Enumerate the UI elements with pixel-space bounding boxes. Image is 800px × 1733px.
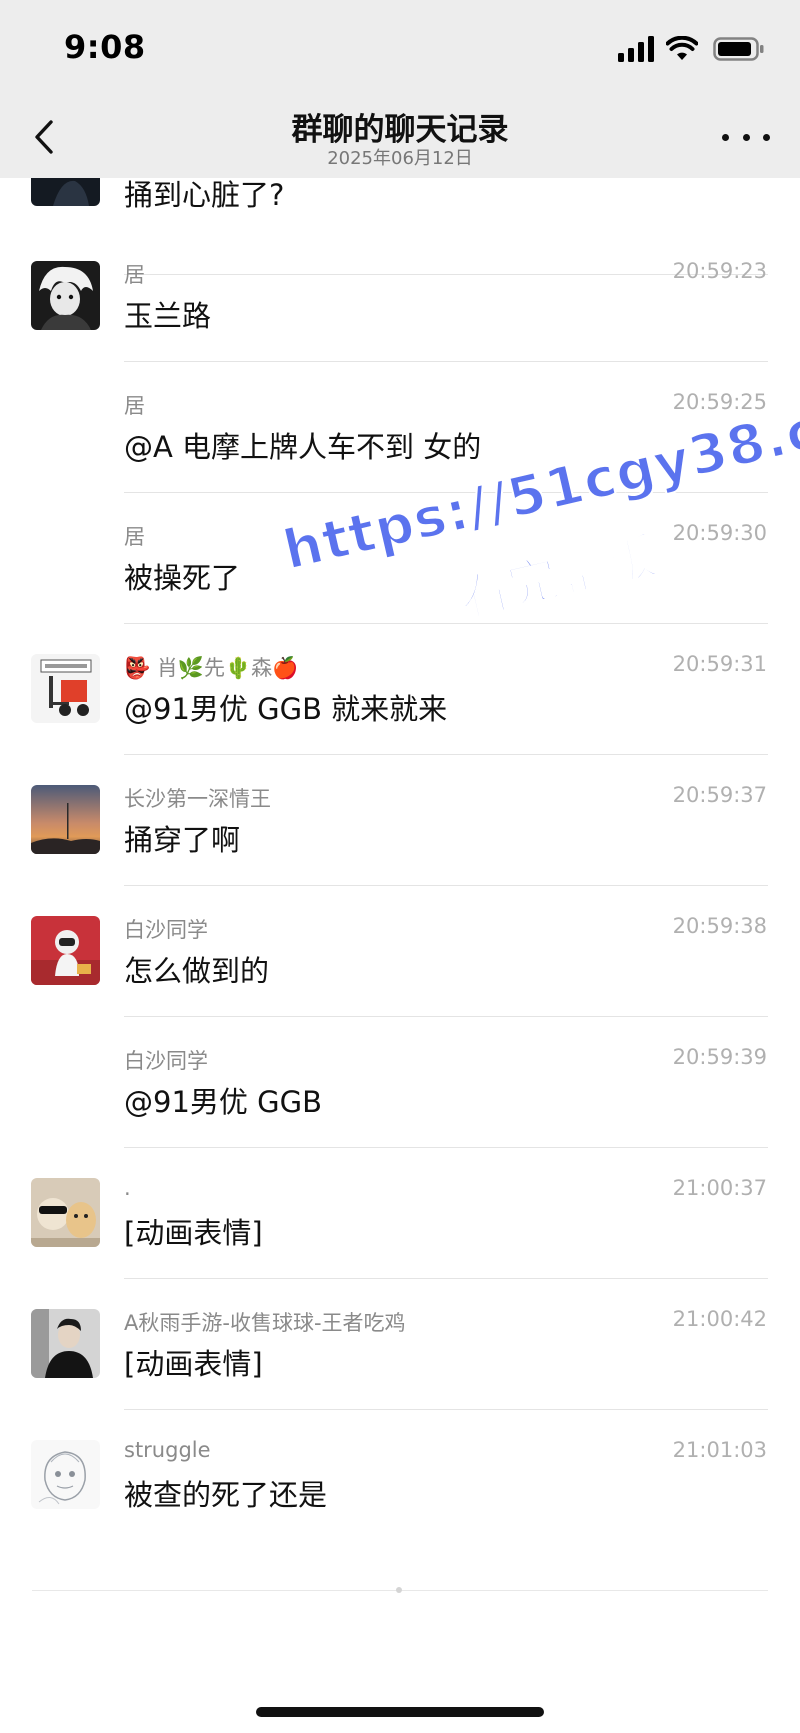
sender-name: 居 <box>124 263 145 287</box>
list-end-dot <box>396 1587 402 1593</box>
sender-name: . <box>124 1176 131 1200</box>
sender-name: A秋雨手游-收售球球-王者吃鸡 <box>124 1311 406 1335</box>
sender-name: 长沙第一深情王 <box>124 787 271 811</box>
chat-message[interactable]: 白沙同学 20:59:38 怎么做到的 <box>0 886 800 1017</box>
message-text: @A 电摩上牌人车不到 女的 <box>124 430 482 464</box>
cellular-signal-icon <box>618 36 654 62</box>
avatar[interactable] <box>31 1178 100 1247</box>
sender-name: 👺 肖🌿先🌵森🍎 <box>124 656 299 680</box>
chat-message[interactable]: 长沙第一深情王 20:59:37 捅穿了啊 <box>0 755 800 886</box>
battery-icon <box>713 37 764 61</box>
avatar[interactable] <box>31 1440 100 1509</box>
chat-message[interactable]: 居 20:59:23 玉兰路 <box>0 231 800 362</box>
more-dot-icon <box>763 133 770 141</box>
chat-message[interactable]: 白沙同学 20:59:39 @91男优 GGB <box>0 1017 800 1148</box>
message-text: 玉兰路 <box>124 299 212 333</box>
message-time: 20:59:25 <box>672 390 767 414</box>
sender-name: 白沙同学 <box>124 918 208 942</box>
avatar[interactable] <box>31 654 100 723</box>
message-time: 20:59:23 <box>672 259 767 283</box>
more-options-button[interactable] <box>722 122 770 152</box>
message-text: [动画表情] <box>124 1216 263 1250</box>
avatar[interactable] <box>31 178 100 206</box>
message-time: 20:59:37 <box>672 783 767 807</box>
page-subtitle-date: 2025年06月12日 <box>327 148 473 169</box>
message-text: 被查的死了还是 <box>124 1478 328 1512</box>
more-dot-icon <box>722 133 729 141</box>
message-text: @91男优 GGB <box>124 1085 322 1119</box>
message-time: 20:59:38 <box>672 914 767 938</box>
chat-message[interactable]: 居 20:59:30 被操死了 <box>0 493 800 624</box>
message-time: 21:00:42 <box>672 1307 767 1331</box>
message-text: 被操死了 <box>124 561 241 595</box>
chat-message[interactable]: . 21:00:37 [动画表情] <box>0 1148 800 1279</box>
message-time: 20:59:30 <box>672 521 767 545</box>
page-title: 群聊的聊天记录 <box>291 112 509 148</box>
message-text: [动画表情] <box>124 1347 263 1381</box>
wifi-icon <box>666 36 698 60</box>
chat-history-list[interactable]: 捅到心脏了? 居 20:59:23 玉兰路 居 20:59:25 @A 电摩上牌… <box>0 178 800 1618</box>
status-icons <box>618 36 768 62</box>
message-time: 21:01:03 <box>672 1438 767 1462</box>
sender-name: 居 <box>124 525 145 549</box>
nav-bar: 群聊的聊天记录 2025年06月12日 <box>0 98 800 178</box>
chat-message[interactable]: 居 20:59:25 @A 电摩上牌人车不到 女的 <box>0 362 800 493</box>
chat-message[interactable]: struggle 21:01:03 被查的死了还是 <box>0 1410 800 1541</box>
status-time: 9:08 <box>64 28 146 66</box>
avatar[interactable] <box>31 916 100 985</box>
message-time: 21:00:37 <box>672 1176 767 1200</box>
message-text: @91男优 GGB 就来就来 <box>124 692 448 726</box>
sender-name: struggle <box>124 1438 211 1462</box>
sender-name: 居 <box>124 394 145 418</box>
sender-name: 白沙同学 <box>124 1049 208 1073</box>
chat-message[interactable]: A秋雨手游-收售球球-王者吃鸡 21:00:42 [动画表情] <box>0 1279 800 1410</box>
message-text: 捅穿了啊 <box>124 823 241 857</box>
message-text: 怎么做到的 <box>124 954 270 988</box>
more-dot-icon <box>742 133 750 141</box>
message-time: 20:59:39 <box>672 1045 767 1069</box>
message-time: 20:59:31 <box>672 652 767 676</box>
avatar[interactable] <box>31 261 100 330</box>
avatar[interactable] <box>31 1309 100 1378</box>
message-text: 捅到心脏了? <box>124 178 285 212</box>
home-indicator[interactable] <box>256 1707 544 1717</box>
chat-message[interactable]: 👺 肖🌿先🌵森🍎 20:59:31 @91男优 GGB 就来就来 <box>0 624 800 755</box>
avatar[interactable] <box>31 785 100 854</box>
status-bar: 9:08 <box>0 0 800 98</box>
